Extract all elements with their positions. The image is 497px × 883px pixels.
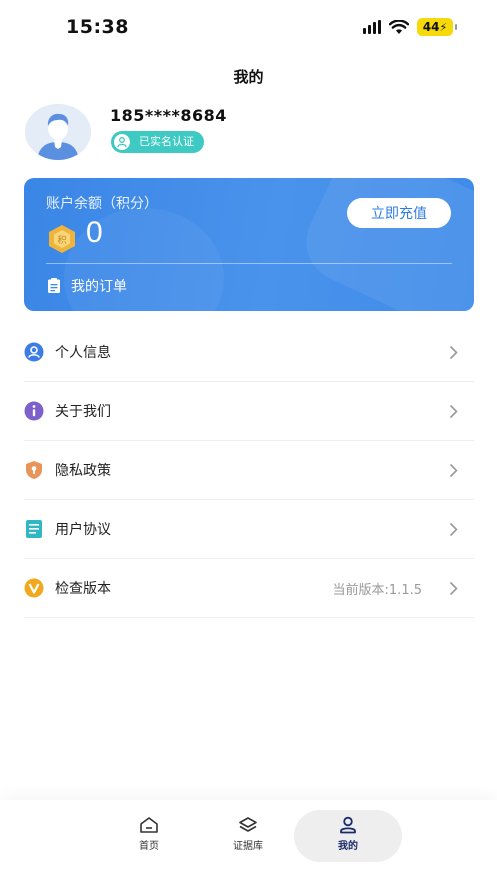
phone-number: 185****8684 <box>110 106 227 125</box>
avatar[interactable] <box>25 104 91 160</box>
balance-value: 0 <box>86 216 103 249</box>
version-icon <box>24 578 44 598</box>
verified-badge: 已实名认证 <box>111 131 204 153</box>
tab-label: 首页 <box>139 841 159 852</box>
status-time: 15:38 <box>66 16 129 38</box>
tab-label: 证据库 <box>233 841 263 852</box>
menu-item-label: 个人信息 <box>55 345 111 361</box>
tab-mine[interactable]: 我的 <box>294 810 402 862</box>
chevron-right-icon <box>449 522 458 537</box>
battery-level: 44 <box>422 20 440 34</box>
user-circle-icon <box>24 342 44 362</box>
menu-item-user-agreement[interactable]: 用户协议 <box>24 500 474 559</box>
home-icon <box>140 817 158 833</box>
menu-item-check-version[interactable]: 检查版本 当前版本:1.1.5 <box>24 559 474 618</box>
coin-icon: 积 <box>47 224 77 254</box>
info-icon <box>24 401 44 421</box>
svg-text:积: 积 <box>57 234 66 246</box>
menu-item-personal-info[interactable]: 个人信息 <box>24 323 474 382</box>
menu-item-label: 隐私政策 <box>55 463 111 479</box>
balance-label: 账户余额（积分） <box>46 196 158 212</box>
chevron-right-icon <box>449 404 458 419</box>
menu-item-label: 关于我们 <box>55 404 111 420</box>
layers-icon <box>239 817 257 832</box>
card-divider <box>46 263 452 264</box>
order-list-icon <box>48 278 60 293</box>
verified-label: 已实名认证 <box>139 135 194 148</box>
shield-icon <box>24 460 44 480</box>
recharge-button[interactable]: 立即充值 <box>347 198 451 228</box>
menu-item-about-us[interactable]: 关于我们 <box>24 382 474 441</box>
page-title: 我的 <box>233 68 264 86</box>
chevron-right-icon <box>449 345 458 360</box>
document-icon <box>24 519 44 539</box>
my-orders-label: 我的订单 <box>71 279 127 295</box>
settings-menu: 个人信息 关于我们 隐私政策 用户协议 检查版本 当前版本:1.1.5 <box>24 323 474 618</box>
wifi-icon <box>389 19 409 35</box>
user-icon <box>340 816 356 834</box>
menu-item-privacy-policy[interactable]: 隐私政策 <box>24 441 474 500</box>
balance-card: 账户余额（积分） 积 0 立即充值 我的订单 <box>24 178 474 311</box>
tab-label: 我的 <box>338 841 358 852</box>
battery-icon: 44 ⚡ <box>417 18 457 36</box>
verified-user-icon <box>114 134 130 150</box>
status-icons: 44 ⚡ <box>363 18 457 36</box>
chevron-right-icon <box>449 581 458 596</box>
status-bar: 15:38 44 ⚡ <box>0 0 497 56</box>
signal-icon <box>363 20 381 34</box>
tab-bar: 首页 证据库 我的 <box>0 800 497 883</box>
my-orders-link[interactable]: 我的订单 <box>47 276 127 296</box>
chevron-right-icon <box>449 463 458 478</box>
tab-evidence-library[interactable]: 证据库 <box>194 810 302 862</box>
current-version: 当前版本:1.1.5 <box>332 582 422 598</box>
tab-home[interactable]: 首页 <box>95 810 203 862</box>
menu-item-label: 用户协议 <box>55 522 111 538</box>
menu-item-label: 检查版本 <box>55 581 111 597</box>
